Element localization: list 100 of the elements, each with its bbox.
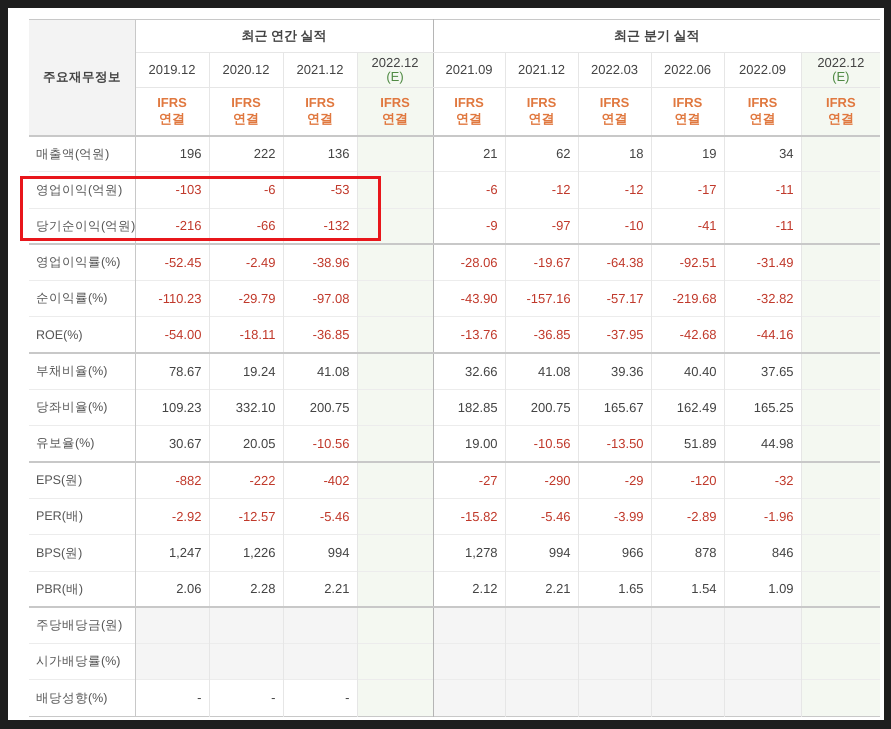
table-cell: 62 (505, 136, 578, 172)
table-cell: 878 (651, 534, 724, 572)
table-cell: -13.76 (433, 316, 506, 354)
table-cell: 78.67 (135, 353, 209, 390)
table-cell: -41 (651, 208, 724, 244)
table-cell: -2.89 (651, 498, 724, 535)
table-cell: -103 (135, 172, 209, 208)
table-cell: -64.38 (578, 244, 652, 281)
table-cell: 19.24 (209, 353, 283, 390)
table-cell: 222 (209, 136, 283, 172)
table-cell: -43.90 (433, 280, 506, 317)
row-label: 부채비율(%) (29, 353, 135, 390)
table-cell: 2.21 (505, 571, 578, 608)
accounting-basis-header: IFRS 연결 (801, 88, 880, 136)
row-label: BPS(원) (29, 534, 135, 572)
table-cell: -42.68 (651, 316, 724, 354)
table-cell: -13.50 (578, 426, 652, 462)
table-cell: -36.85 (505, 316, 578, 354)
table-cell: 109.23 (135, 390, 209, 426)
row-label: PBR(배) (29, 571, 135, 608)
table-cell: -12 (505, 172, 578, 208)
table-cell: 1.54 (651, 571, 724, 608)
table-cell: -6 (433, 172, 506, 208)
accounting-basis-header: IFRS 연결 (357, 88, 434, 136)
table-cell: -66 (209, 208, 283, 244)
table-cell: 2.06 (135, 571, 209, 608)
table-cell: 196 (135, 136, 209, 172)
table-cell: 1,278 (433, 534, 506, 572)
table-cell: -120 (651, 462, 724, 498)
table-cell: -290 (505, 462, 578, 498)
row-label: 영업이익률(%) (29, 244, 135, 281)
row-label: 당좌비율(%) (29, 390, 135, 426)
table-cell: 200.75 (505, 390, 578, 426)
table-cell: 182.85 (433, 390, 506, 426)
table-cell: -222 (209, 462, 283, 498)
accounting-basis-header: IFRS 연결 (433, 88, 506, 136)
period-header: 2020.12 (209, 52, 283, 88)
table-cell: 994 (505, 534, 578, 572)
table-cell: -9 (433, 208, 506, 244)
table-cell: -54.00 (135, 316, 209, 354)
row-label: 배당성향(%) (29, 680, 135, 716)
table-cell: 21 (433, 136, 506, 172)
accounting-basis-header: IFRS 연결 (135, 88, 209, 136)
table-cell: -2.92 (135, 498, 209, 535)
period-header: 2019.12 (135, 52, 209, 88)
period-header: 2021.09 (433, 52, 506, 88)
row-label: 주당배당금(원) (29, 607, 135, 644)
column-group-header: 최근 분기 실적 (433, 20, 880, 52)
table-cell: -57.17 (578, 280, 652, 317)
table-cell: 20.05 (209, 426, 283, 462)
accounting-basis-header: IFRS 연결 (505, 88, 578, 136)
period-header: 2022.06 (651, 52, 724, 88)
period-header: 2022.12 (E) (357, 52, 434, 88)
table-cell: -10.56 (505, 426, 578, 462)
table-cell: - (209, 680, 283, 716)
table-cell: 18 (578, 136, 652, 172)
table-cell: 40.40 (651, 353, 724, 390)
table-cell: -37.95 (578, 316, 652, 354)
table-cell: -29 (578, 462, 652, 498)
table-cell: 19.00 (433, 426, 506, 462)
row-label: 시가배당률(%) (29, 644, 135, 680)
table-cell: 966 (578, 534, 652, 572)
table-cell: -12.57 (209, 498, 283, 535)
table-cell: -2.49 (209, 244, 283, 281)
table-cell: -52.45 (135, 244, 209, 281)
table-cell: -10 (578, 208, 652, 244)
table-cell: 332.10 (209, 390, 283, 426)
table-cell: -18.11 (209, 316, 283, 354)
table-cell: 39.36 (578, 353, 652, 390)
table-cell: -110.23 (135, 280, 209, 317)
table-cell: -15.82 (433, 498, 506, 535)
table-cell: 1.65 (578, 571, 652, 608)
period-header: 2022.12 (E) (801, 52, 880, 88)
table-cell: -29.79 (209, 280, 283, 317)
table-cell: 19 (651, 136, 724, 172)
table-cell: 2.12 (433, 571, 506, 608)
table-cell: 41.08 (505, 353, 578, 390)
row-label: PER(배) (29, 498, 135, 535)
table-cell: -216 (135, 208, 209, 244)
table-cell: -92.51 (651, 244, 724, 281)
accounting-basis-header: IFRS 연결 (651, 88, 724, 136)
table-cell: -219.68 (651, 280, 724, 317)
table-cell: -17 (651, 172, 724, 208)
row-label: 매출액(억원) (29, 136, 135, 172)
table-cell: 30.67 (135, 426, 209, 462)
table-cell: - (135, 680, 209, 716)
period-header: 2022.03 (578, 52, 652, 88)
table-cell: 1,247 (135, 534, 209, 572)
table-cell: -27 (433, 462, 506, 498)
table-cell: 32.66 (433, 353, 506, 390)
accounting-basis-header: IFRS 연결 (578, 88, 652, 136)
period-header: 2021.12 (505, 52, 578, 88)
table-cell: -28.06 (433, 244, 506, 281)
table-cell: 2.28 (209, 571, 283, 608)
table-cell: -97 (505, 208, 578, 244)
row-label: 유보율(%) (29, 426, 135, 462)
row-label: EPS(원) (29, 462, 135, 498)
table-cell: -12 (578, 172, 652, 208)
table-cell: -6 (209, 172, 283, 208)
table-cell: 162.49 (651, 390, 724, 426)
